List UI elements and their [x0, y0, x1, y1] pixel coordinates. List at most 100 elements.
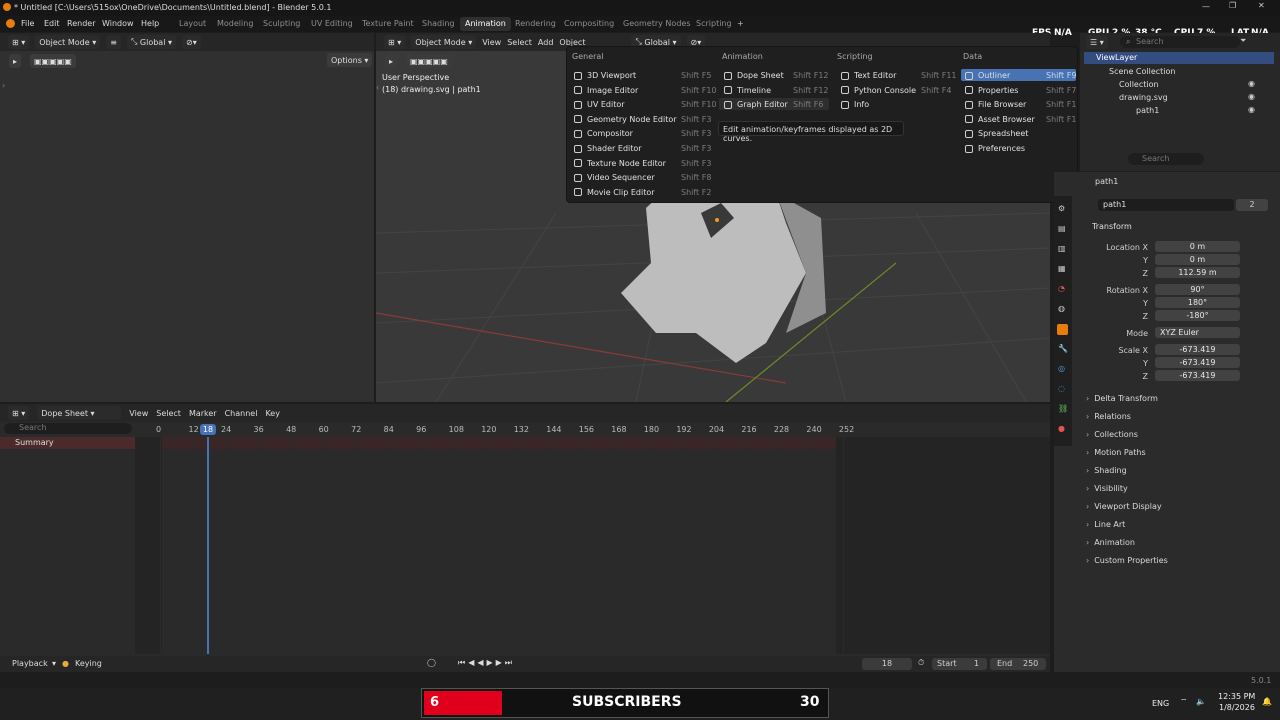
- physics-tab-icon[interactable]: ◌: [1058, 384, 1065, 393]
- dope-sheet-editor[interactable]: ⊞ ▾ Dope Sheet ▾ View Select Marker Chan…: [0, 404, 1050, 656]
- menu-file[interactable]: File: [21, 19, 34, 28]
- visibility-eye-icon[interactable]: ◉: [1248, 92, 1255, 101]
- tab-uv-editing[interactable]: UV Editing: [311, 19, 353, 28]
- playback-chevron-icon[interactable]: ▾: [52, 659, 56, 668]
- rotation-z-field[interactable]: -180°: [1155, 310, 1240, 321]
- language-indicator[interactable]: ENG: [1152, 699, 1169, 708]
- playback-menu[interactable]: Playback: [12, 659, 48, 668]
- menu-item-dope-sheet[interactable]: Dope Sheet: [724, 71, 784, 80]
- rotation-y-field[interactable]: 180°: [1155, 297, 1240, 308]
- scale-y-field[interactable]: -673.419: [1155, 357, 1240, 368]
- tab-texture-paint[interactable]: Texture Paint: [362, 19, 414, 28]
- menu-view[interactable]: View: [482, 38, 501, 47]
- constraints-tab-icon[interactable]: ⛓: [1058, 404, 1068, 413]
- menu-item-uv-editor[interactable]: UV Editor: [574, 100, 625, 109]
- particles-tab-icon[interactable]: ◎: [1058, 364, 1065, 373]
- tab-sculpting[interactable]: Sculpting: [263, 19, 300, 28]
- section-delta-transform[interactable]: › Delta Transform: [1082, 390, 1272, 406]
- keying-menu[interactable]: Keying: [75, 659, 102, 668]
- outliner-item-drawing-svg[interactable]: drawing.svg: [1119, 93, 1168, 102]
- world-tab-icon[interactable]: ◍: [1058, 304, 1065, 313]
- outliner-editor-type[interactable]: ☰ ▾: [1086, 35, 1108, 49]
- menu-select[interactable]: Select: [507, 38, 532, 47]
- menu-item-file-browser[interactable]: File Browser: [965, 100, 1026, 109]
- outliner-panel[interactable]: ☰ ▾ ⌕ Search ⏷ ViewLayer Scene Collectio…: [1080, 33, 1280, 171]
- menu-item-compositor[interactable]: Compositor: [574, 129, 633, 138]
- ds-menu-select[interactable]: Select: [156, 409, 181, 418]
- tab-layout[interactable]: Layout: [179, 19, 206, 28]
- menu-add[interactable]: Add: [538, 38, 554, 47]
- mode-dropdown[interactable]: Object Mode ▾: [35, 35, 101, 49]
- tab-shading[interactable]: Shading: [422, 19, 455, 28]
- minimize-icon[interactable]: —: [1202, 2, 1210, 11]
- menu-item-timeline[interactable]: Timeline: [724, 86, 771, 95]
- tab-modeling[interactable]: Modeling: [217, 19, 253, 28]
- menu-item-geometry-node-editor[interactable]: Geometry Node Editor: [574, 115, 677, 124]
- outliner-viewlayer-row[interactable]: ViewLayer: [1084, 52, 1274, 64]
- viewport-select-mode-icons[interactable]: ▣▣▣▣▣: [406, 54, 452, 68]
- menu-item-python-console[interactable]: Python Console: [841, 86, 916, 95]
- maximize-icon[interactable]: ❐: [1229, 1, 1236, 10]
- tab-animation[interactable]: Animation: [460, 17, 511, 31]
- tab-compositing[interactable]: Compositing: [564, 19, 614, 28]
- visibility-eye-icon[interactable]: ◉: [1248, 105, 1255, 114]
- tool-tab-icon[interactable]: ⚙: [1058, 204, 1065, 213]
- section-shading[interactable]: › Shading: [1082, 462, 1272, 478]
- sidebar-toggle-icon[interactable]: ›: [2, 81, 5, 90]
- tab-scripting[interactable]: Scripting: [696, 19, 732, 28]
- menu-item-graph-editor[interactable]: Graph Editor: [724, 100, 788, 109]
- menu-help[interactable]: Help: [141, 19, 159, 28]
- transport-controls[interactable]: ⏮◀◀▶▶⏭: [458, 658, 515, 668]
- section-viewport-display[interactable]: › Viewport Display: [1082, 498, 1272, 514]
- transform-panel-header[interactable]: Transform: [1082, 220, 1272, 234]
- record-icon[interactable]: ◯: [427, 658, 436, 667]
- menu-item-3d-viewport[interactable]: 3D Viewport: [574, 71, 636, 80]
- select-mode-icons[interactable]: ▣▣▣▣▣: [30, 54, 76, 68]
- outliner-item-scene-collection[interactable]: Scene Collection: [1109, 67, 1176, 76]
- material-tab-icon[interactable]: ●: [1058, 424, 1065, 433]
- dope-sheet-mode-dropdown[interactable]: Dope Sheet ▾: [37, 406, 122, 420]
- section-line-art[interactable]: › Line Art: [1082, 516, 1272, 532]
- menu-item-asset-browser[interactable]: Asset Browser: [965, 115, 1035, 124]
- users-count[interactable]: 2: [1236, 199, 1268, 211]
- menu-window[interactable]: Window: [102, 19, 134, 28]
- menu-item-movie-clip-editor[interactable]: Movie Clip Editor: [574, 188, 655, 197]
- object-tab-icon[interactable]: [1057, 324, 1068, 335]
- scale-x-field[interactable]: -673.419: [1155, 344, 1240, 355]
- orientation-dropdown[interactable]: ⤡ Global ▾: [126, 35, 176, 49]
- rotation-x-field[interactable]: 90°: [1155, 284, 1240, 295]
- tab-geometry-nodes[interactable]: Geometry Nodes: [623, 19, 690, 28]
- scene-tab-icon[interactable]: ◔: [1058, 284, 1065, 293]
- viewport-editor-type[interactable]: ⊞ ▾: [384, 35, 406, 49]
- summary-channel[interactable]: Summary: [0, 437, 135, 449]
- ds-menu-view[interactable]: View: [129, 409, 148, 418]
- select-tool-icon[interactable]: ▸: [9, 54, 22, 68]
- properties-search-input[interactable]: Search: [1128, 153, 1204, 165]
- playhead-frame-badge[interactable]: 18: [200, 424, 216, 435]
- section-animation[interactable]: › Animation: [1082, 534, 1272, 550]
- tab-rendering[interactable]: Rendering: [515, 19, 556, 28]
- blender-menu-icon[interactable]: [6, 19, 15, 28]
- location-z-field[interactable]: 112.59 m: [1155, 267, 1240, 278]
- menu-item-preferences[interactable]: Preferences: [965, 144, 1025, 153]
- ds-menu-marker[interactable]: Marker: [189, 409, 217, 418]
- clock-time[interactable]: 12:35 PM: [1218, 692, 1255, 701]
- section-collections[interactable]: › Collections: [1082, 426, 1272, 442]
- filter-icon[interactable]: ⏷: [1240, 36, 1246, 46]
- section-relations[interactable]: › Relations: [1082, 408, 1272, 424]
- menu-item-outliner[interactable]: Outliner: [965, 71, 1010, 80]
- location-x-field[interactable]: 0 m: [1155, 241, 1240, 252]
- viewport-mode-dropdown[interactable]: Object Mode ▾: [411, 35, 477, 49]
- current-frame-field[interactable]: 18: [862, 658, 912, 670]
- rotation-mode-dropdown[interactable]: XYZ Euler: [1155, 327, 1240, 338]
- wifi-icon[interactable]: ⌔: [1180, 697, 1188, 707]
- menu-item-properties[interactable]: Properties: [965, 86, 1018, 95]
- visibility-eye-icon[interactable]: ◉: [1248, 79, 1255, 88]
- render-tab-icon[interactable]: ▤: [1058, 224, 1066, 233]
- menu-item-spreadsheet[interactable]: Spreadsheet: [965, 129, 1028, 138]
- left-3d-viewport[interactable]: ⊞ ▾ Object Mode ▾ ≡ ⤡ Global ▾ ⊘▾ ▸ ▣▣▣▣…: [0, 33, 374, 402]
- viewport-toolbar-toggle[interactable]: ‹: [376, 83, 379, 92]
- menu-item-shader-editor[interactable]: Shader Editor: [574, 144, 642, 153]
- output-tab-icon[interactable]: ▥: [1058, 244, 1066, 253]
- hamburger-icon[interactable]: ≡: [106, 35, 121, 49]
